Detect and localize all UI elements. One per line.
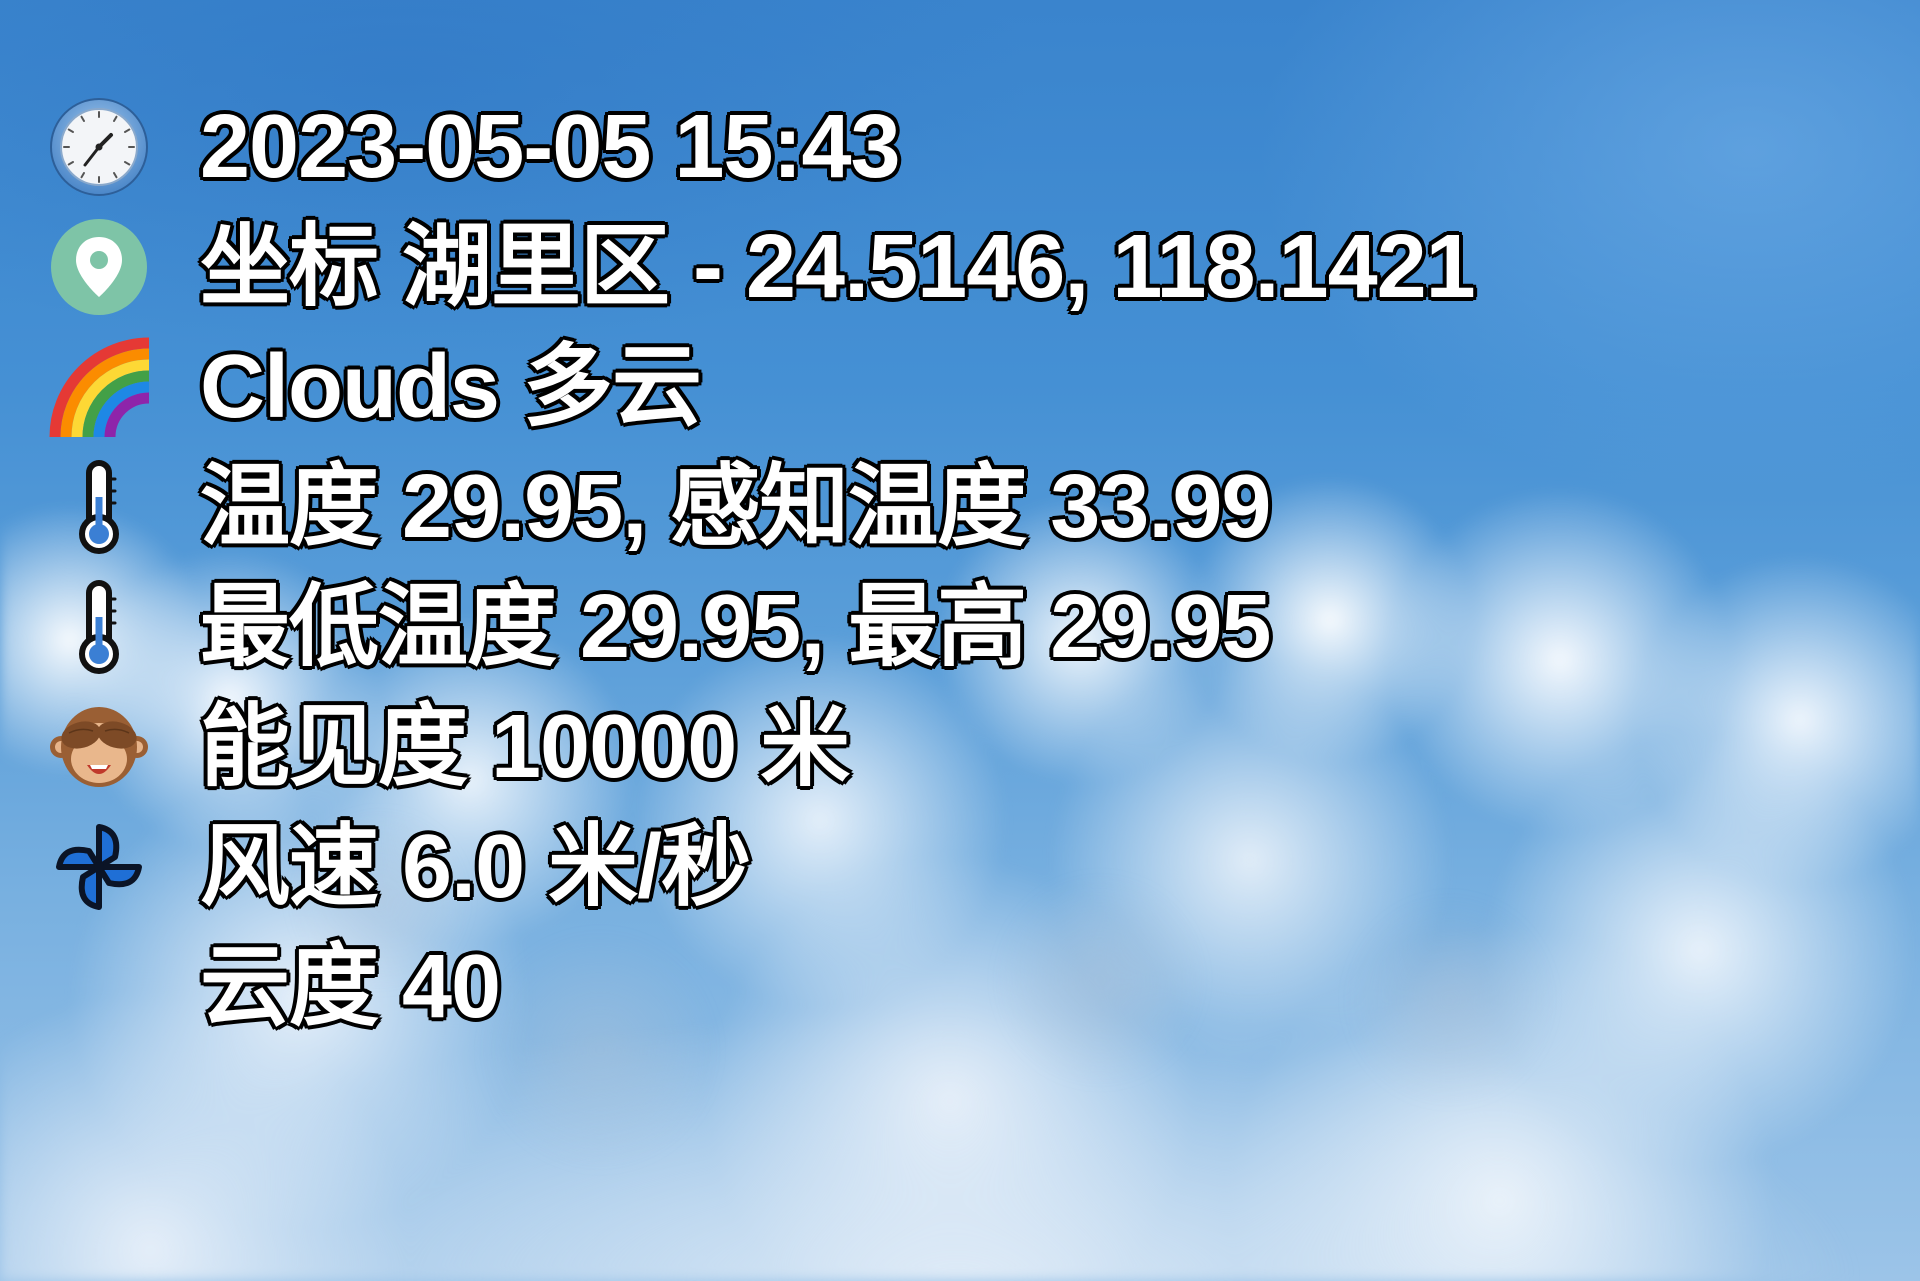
weather-row-condition: Clouds 多云 <box>0 327 1920 447</box>
condition-text: Clouds 多云 <box>200 337 702 437</box>
empty-icon-slot <box>49 937 149 1037</box>
location-pin-icon <box>49 217 149 317</box>
temperature-text: 温度 29.95, 感知温度 33.99 <box>200 457 1271 557</box>
weather-row-visibility: 能见度 10000 米 <box>0 687 1920 807</box>
weather-row-wind: 风速 6.0 米/秒 <box>0 807 1920 927</box>
clock-icon <box>49 97 149 197</box>
temperature-range-text: 最低温度 29.95, 最高 29.95 <box>200 577 1271 677</box>
weather-row-datetime: 2023-05-05 15:43 <box>0 87 1920 207</box>
weather-row-temperature: 温度 29.95, 感知温度 33.99 <box>0 447 1920 567</box>
visibility-text: 能见度 10000 米 <box>200 697 850 797</box>
datetime-text: 2023-05-05 15:43 <box>200 97 901 197</box>
thermometer-icon <box>49 457 149 557</box>
thermometer-icon <box>49 577 149 677</box>
cloudiness-text: 云度 40 <box>200 937 501 1037</box>
weather-row-temperature-range: 最低温度 29.95, 最高 29.95 <box>0 567 1920 687</box>
rainbow-icon <box>49 337 149 437</box>
see-no-evil-monkey-icon <box>49 697 149 797</box>
pinwheel-icon <box>49 817 149 917</box>
location-text: 坐标 湖里区 - 24.5146, 118.1421 <box>200 217 1476 317</box>
wind-text: 风速 6.0 米/秒 <box>200 817 751 917</box>
weather-row-cloudiness: 云度 40 <box>0 927 1920 1047</box>
weather-info-list: 2023-05-05 15:43 坐标 湖里区 - 24.5146, 118.1… <box>0 87 1920 1047</box>
weather-row-location: 坐标 湖里区 - 24.5146, 118.1421 <box>0 207 1920 327</box>
